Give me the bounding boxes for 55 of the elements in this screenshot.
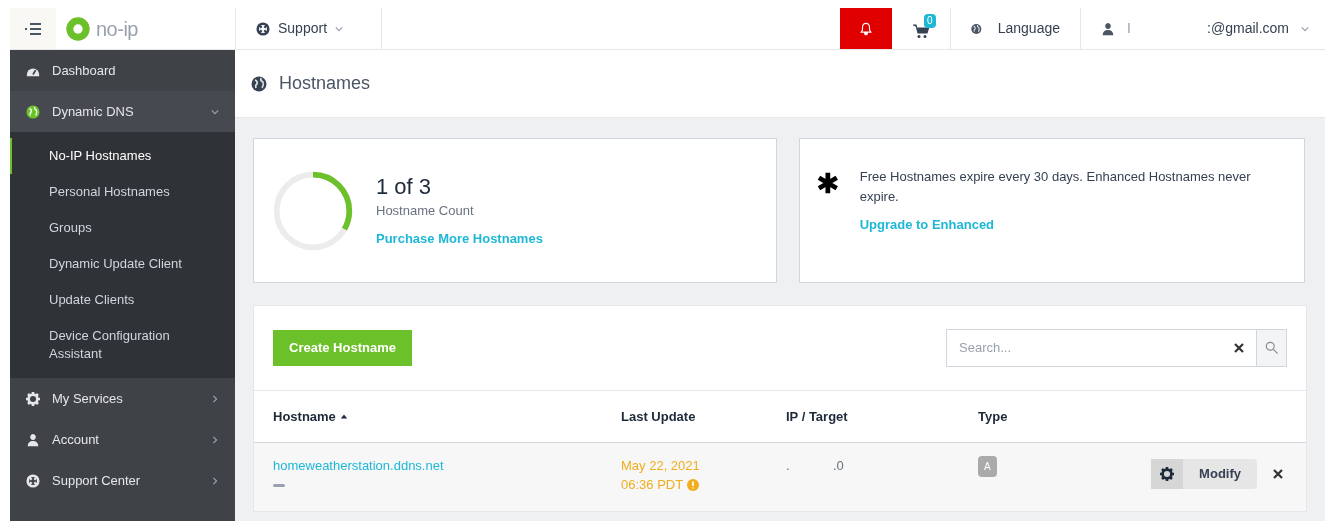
sidebar-item[interactable]: My Services bbox=[10, 378, 235, 419]
chevron-right-icon bbox=[211, 476, 219, 485]
ip-target: . .0 bbox=[786, 457, 845, 475]
submenu-item[interactable]: Device Configuration Assistant bbox=[10, 318, 235, 372]
globe-icon bbox=[971, 21, 982, 36]
bell-icon bbox=[859, 21, 873, 36]
update-date: May 22, 2021 bbox=[621, 457, 701, 475]
count-caption: Hostname Count bbox=[376, 202, 475, 220]
submenu-item[interactable]: Personal Hostnames bbox=[10, 174, 235, 210]
globe-icon bbox=[26, 104, 40, 119]
modify-button[interactable]: Modify bbox=[1151, 459, 1257, 489]
search-box[interactable]: Search... bbox=[946, 329, 1287, 367]
clear-icon[interactable] bbox=[1234, 343, 1244, 353]
lifebuoy-icon bbox=[256, 21, 270, 36]
language-menu[interactable]: Language bbox=[950, 8, 1080, 49]
search-field[interactable]: Search... bbox=[947, 338, 1234, 358]
asterisk-icon bbox=[816, 171, 840, 195]
logo-text: no-ip bbox=[96, 16, 138, 42]
support-menu[interactable]: Support bbox=[235, 8, 382, 49]
submenu-item[interactable]: Dynamic Update Client bbox=[10, 246, 235, 282]
sort-up-icon bbox=[339, 412, 348, 421]
chevron-down-icon bbox=[211, 107, 219, 116]
logo-icon bbox=[64, 14, 92, 43]
search-icon bbox=[1264, 341, 1279, 355]
sidebar-item[interactable]: Support Center bbox=[10, 460, 235, 501]
update-time: 06:36 PDT bbox=[621, 476, 684, 494]
dash-icon bbox=[273, 483, 285, 487]
menu-icon bbox=[25, 22, 41, 35]
user-icon bbox=[26, 432, 40, 447]
sidebar-item[interactable]: Account bbox=[10, 419, 235, 460]
column-header[interactable]: Hostname bbox=[273, 406, 621, 427]
cart-icon bbox=[913, 22, 929, 39]
user-menu[interactable]: I :@gmail.com bbox=[1080, 8, 1325, 49]
chevron-down-icon bbox=[1301, 24, 1309, 33]
gear-icon bbox=[26, 391, 40, 406]
sidebar-item[interactable]: Dashboard bbox=[10, 50, 235, 91]
submenu-item[interactable]: Update Clients bbox=[10, 282, 235, 318]
user-icon bbox=[1101, 21, 1115, 36]
chevron-right-icon bbox=[211, 394, 219, 403]
chevron-down-icon bbox=[335, 24, 344, 33]
column-header[interactable]: Last Update bbox=[621, 406, 786, 427]
gear-icon bbox=[1160, 467, 1175, 481]
globe-icon bbox=[251, 75, 267, 92]
lifebuoy-icon bbox=[26, 473, 40, 488]
delete-icon[interactable] bbox=[1273, 469, 1283, 479]
sidebar-item[interactable]: Dynamic DNS bbox=[10, 91, 235, 132]
chevron-right-icon bbox=[211, 435, 219, 444]
record-type-badge: A bbox=[978, 456, 997, 477]
column-header[interactable]: Type bbox=[978, 406, 1058, 427]
hostname-count: 1 of 3 bbox=[376, 173, 433, 201]
column-header[interactable]: IP / Target bbox=[786, 406, 978, 427]
cart-count-badge: 0 bbox=[924, 14, 936, 28]
submenu-item[interactable]: Groups bbox=[10, 210, 235, 246]
page-title: Hostnames bbox=[279, 72, 371, 95]
expiry-notice: Free Hostnames expire every 30 days. Enhanced Hostnames never expire. bbox=[859, 168, 1252, 206]
